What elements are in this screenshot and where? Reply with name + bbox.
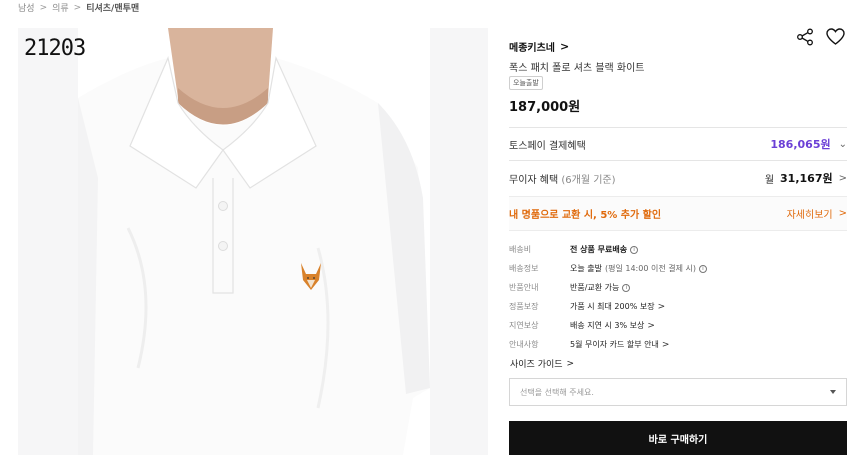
- toss-benefit-row[interactable]: 토스페이 결제혜택 186,065원 ⌄: [509, 136, 847, 152]
- detail-value: 5월 무이자 카드 할부 안내: [570, 340, 659, 349]
- chevron-right-icon: >: [661, 339, 670, 350]
- product-image[interactable]: 21203: [18, 28, 488, 455]
- info-icon[interactable]: i: [622, 283, 631, 292]
- today-shipping-badge: 오늘출발: [509, 76, 543, 90]
- detail-value-group: 가품 시 최대 200% 보장 >: [570, 301, 665, 312]
- trade-in-promo[interactable]: 내 명품으로 교환 시, 5% 추가 할인 자세히보기 >: [509, 196, 847, 231]
- detail-note: (평일 14:00 이전 결제 시): [604, 264, 696, 273]
- caret-down-icon: [830, 390, 836, 394]
- interest-free-label: 무이자 혜택: [509, 174, 559, 186]
- share-icon[interactable]: [796, 28, 814, 46]
- size-guide-link[interactable]: 사이즈 가이드 >: [510, 357, 575, 371]
- interest-prefix: 월: [764, 174, 775, 186]
- brand-link[interactable]: 메종키츠네 >: [509, 39, 569, 54]
- option-select[interactable]: 선택을 선택해 주세요.: [509, 378, 847, 406]
- detail-value-group: 5월 무이자 카드 할부 안내 >: [570, 339, 669, 350]
- option-select-placeholder: 선택을 선택해 주세요.: [520, 387, 594, 397]
- detail-value-group: 오늘 출발 (평일 14:00 이전 결제 시) i: [570, 263, 707, 274]
- breadcrumb: 남성 > 의류 > 티셔츠/맨투맨: [18, 1, 139, 15]
- detail-row-return: 반품안내 반품/교환 가능 i: [509, 278, 847, 297]
- heart-icon[interactable]: [826, 28, 845, 46]
- shipping-details: 배송비 전 상품 무료배송 i 배송정보 오늘 출발 (평일 14:00 이전 …: [509, 240, 847, 354]
- interest-free-period: (6개월 기준): [561, 174, 616, 186]
- interest-free-label-group: 무이자 혜택 (6개월 기준): [509, 171, 616, 186]
- product-page: 남성 > 의류 > 티셔츠/맨투맨 21203 메종키츠네 > 폭스 패치 폴로…: [0, 0, 860, 455]
- chevron-right-icon: >: [73, 2, 82, 13]
- interest-amount: 31,167원: [780, 172, 833, 185]
- chevron-right-icon: >: [566, 358, 575, 369]
- brand-name: 메종키츠네: [509, 43, 555, 54]
- info-icon[interactable]: i: [698, 264, 707, 273]
- divider: [509, 127, 847, 128]
- buy-now-button[interactable]: 바로 구매하기: [509, 421, 847, 455]
- toss-benefit-label: 토스페이 결제혜택: [509, 140, 586, 152]
- chevron-right-icon: >: [560, 40, 570, 53]
- chevron-right-icon: >: [838, 172, 847, 184]
- polo-shirt-photo: [78, 28, 430, 455]
- breadcrumb-item-clothing[interactable]: 의류: [52, 1, 69, 14]
- detail-row-delay-compensation[interactable]: 지연보상 배송 지연 시 3% 보상 >: [509, 316, 847, 335]
- detail-key: 반품안내: [509, 283, 539, 292]
- chevron-right-icon: >: [657, 301, 666, 312]
- detail-key: 정품보장: [509, 302, 539, 311]
- product-name: 폭스 패치 폴로 셔츠 블랙 화이트: [509, 63, 645, 74]
- breadcrumb-item-tshirts[interactable]: 티셔츠/맨투맨: [86, 1, 139, 14]
- toss-price-group: 186,065원 ⌄: [770, 136, 847, 152]
- promo-more-link[interactable]: 자세히보기 >: [787, 206, 847, 221]
- chevron-right-icon: >: [838, 208, 847, 219]
- detail-row-authenticity[interactable]: 정품보장 가품 시 최대 200% 보장 >: [509, 297, 847, 316]
- promo-more-label: 자세히보기: [786, 210, 833, 221]
- detail-row-shipping-info: 배송정보 오늘 출발 (평일 14:00 이전 결제 시) i: [509, 259, 847, 278]
- chevron-right-icon: >: [39, 2, 48, 13]
- promo-text: 내 명품으로 교환 시, 5% 추가 할인: [509, 210, 662, 221]
- detail-value-group: 반품/교환 가능 i: [570, 282, 631, 293]
- detail-value: 전 상품 무료배송: [570, 245, 628, 254]
- detail-value: 반품/교환 가능: [570, 283, 620, 292]
- detail-row-notice[interactable]: 안내사항 5월 무이자 카드 할부 안내 >: [509, 335, 847, 354]
- detail-value: 배송 지연 시 3% 보상: [570, 321, 645, 330]
- detail-key: 배송정보: [509, 264, 539, 273]
- detail-key: 지연보상: [509, 321, 539, 330]
- detail-key: 안내사항: [509, 340, 539, 349]
- product-price: 187,000원: [509, 100, 581, 115]
- detail-value-group: 배송 지연 시 3% 보상 >: [570, 320, 655, 331]
- size-guide-label: 사이즈 가이드: [510, 360, 563, 370]
- product-info-panel: 메종키츠네 > 폭스 패치 폴로 셔츠 블랙 화이트 오늘출발 187,000원…: [509, 0, 847, 455]
- detail-key: 배송비: [509, 245, 532, 254]
- detail-value: 오늘 출발: [570, 264, 602, 273]
- detail-value: 가품 시 최대 200% 보장: [570, 302, 655, 311]
- interest-free-row[interactable]: 무이자 혜택 (6개월 기준) 월 31,167원 >: [509, 170, 847, 186]
- toss-price: 186,065원: [770, 138, 831, 151]
- detail-value-group: 전 상품 무료배송 i: [570, 244, 639, 255]
- image-watermark: 21203: [24, 36, 86, 61]
- info-icon[interactable]: i: [630, 245, 639, 254]
- top-actions: [796, 28, 845, 46]
- detail-row-shipping-fee: 배송비 전 상품 무료배송 i: [509, 240, 847, 259]
- breadcrumb-item-men[interactable]: 남성: [18, 1, 35, 14]
- interest-price-group: 월 31,167원 >: [765, 170, 847, 186]
- chevron-right-icon: >: [647, 320, 655, 331]
- chevron-down-icon: ⌄: [838, 138, 847, 150]
- divider: [509, 160, 847, 161]
